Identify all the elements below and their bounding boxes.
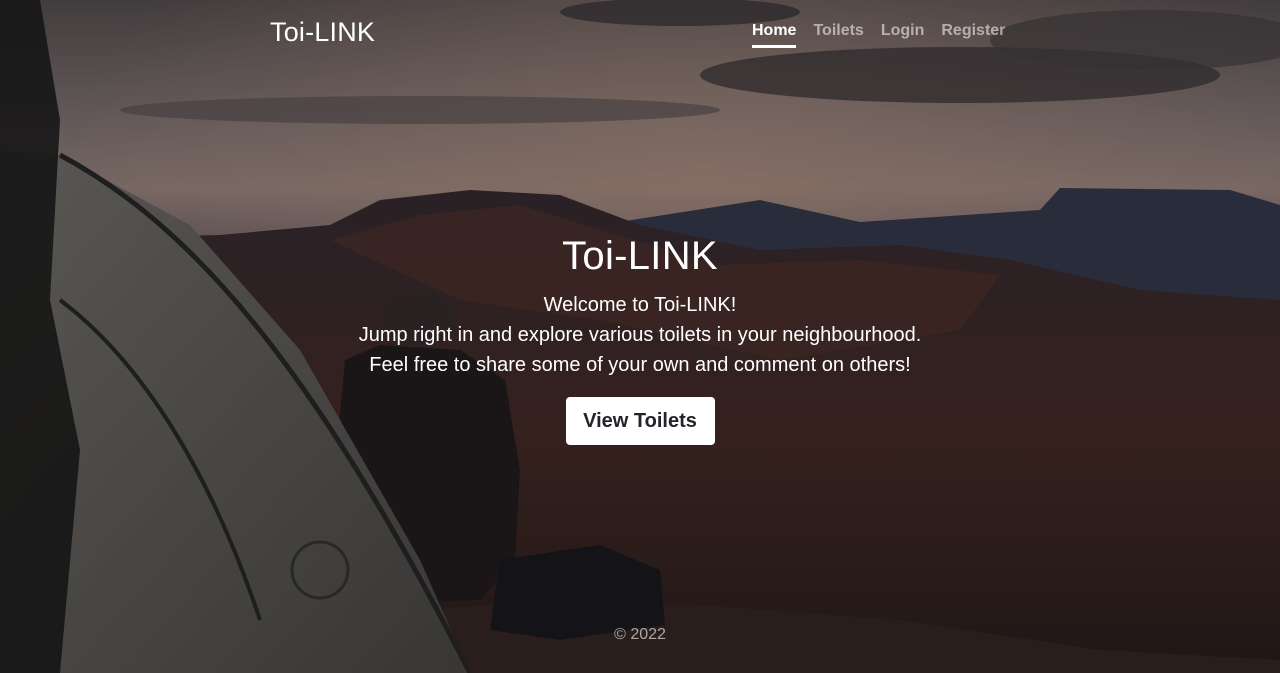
hero-welcome-text: Welcome to Toi-LINK! (543, 294, 737, 316)
main-nav: Home Toilets Login Register (752, 20, 1005, 48)
view-toilets-button[interactable]: View Toilets (565, 397, 715, 445)
page: Toi-LINK Home Toilets Login Register Toi… (0, 0, 1280, 673)
footer-copyright: © 2022 (614, 626, 666, 643)
nav-toilets[interactable]: Toilets (813, 20, 863, 48)
hero-explore-text: Jump right in and explore various toilet… (358, 324, 922, 346)
nav-home[interactable]: Home (752, 20, 797, 48)
brand-logo[interactable]: Toi-LINK (270, 16, 375, 48)
hero-section: Toi-LINK Welcome to Toi-LINK! Jump right… (0, 230, 1280, 445)
nav-login[interactable]: Login (881, 20, 925, 48)
header: Toi-LINK Home Toilets Login Register (0, 0, 1280, 64)
hero-title: Toi-LINK (562, 234, 718, 278)
hero-share-text: Feel free to share some of your own and … (369, 354, 911, 376)
nav-register[interactable]: Register (941, 20, 1005, 48)
